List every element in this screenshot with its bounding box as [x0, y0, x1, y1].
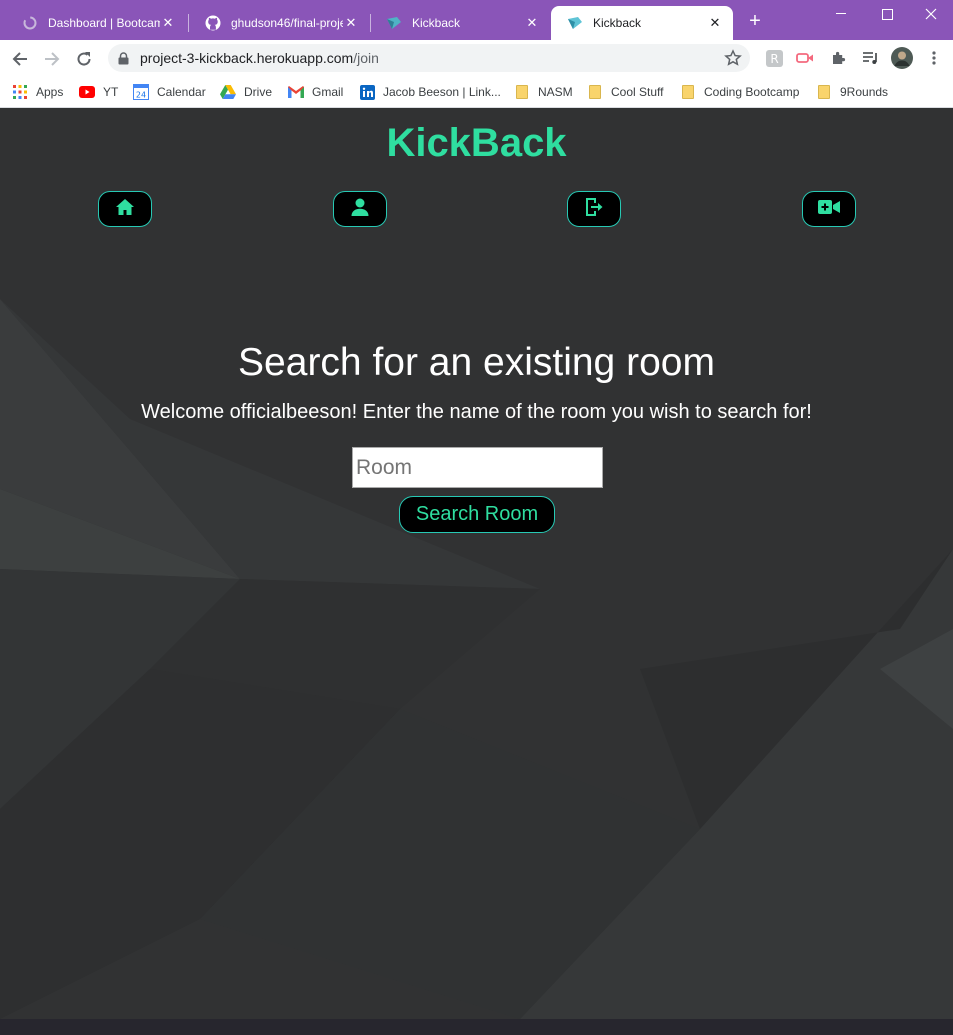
folder-icon: [514, 84, 530, 100]
minimize-icon[interactable]: [818, 0, 864, 28]
browser-tab-kickback-active[interactable]: Kickback ✕: [551, 6, 733, 40]
github-icon: [205, 15, 221, 31]
url-path: /join: [353, 50, 379, 66]
close-tab-icon[interactable]: ✕: [524, 15, 540, 31]
room-search-input[interactable]: [352, 447, 603, 488]
youtube-icon: [79, 84, 95, 100]
browser-tab-strip: Dashboard | Bootcamp ✕ ghudson46/final-p…: [0, 0, 953, 40]
close-tab-icon[interactable]: ✕: [707, 15, 723, 31]
welcome-message: Welcome officialbeeson! Enter the name o…: [141, 401, 812, 423]
profile-nav-button[interactable]: [333, 191, 387, 227]
bookmark-label: Jacob Beeson | Link...: [383, 85, 501, 99]
bookmark-label: Calendar: [157, 85, 206, 99]
svg-text:R: R: [770, 52, 778, 66]
drive-icon: [220, 84, 236, 100]
create-room-nav-button[interactable]: [802, 191, 856, 227]
browser-tab-github[interactable]: ghudson46/final-project ✕: [189, 6, 369, 40]
back-arrow-icon[interactable]: [7, 46, 33, 72]
new-tab-button[interactable]: +: [744, 11, 766, 33]
bookmark-label: Coding Bootcamp: [704, 85, 800, 99]
close-tab-icon[interactable]: ✕: [343, 15, 359, 31]
bookmark-label: YT: [103, 85, 119, 99]
site-logo[interactable]: KickBack: [0, 121, 953, 166]
extension-r-icon[interactable]: R: [765, 49, 783, 67]
search-room-button[interactable]: Search Room: [399, 496, 555, 533]
bookmark-linkedin[interactable]: Jacob Beeson | Link...: [359, 83, 501, 101]
tab-title: Dashboard | Bootcamp: [48, 16, 160, 30]
browser-tab-dashboard[interactable]: Dashboard | Bootcamp ✕: [6, 6, 186, 40]
apps-grid-icon: [12, 84, 28, 100]
linkedin-icon: [359, 84, 375, 100]
close-tab-icon[interactable]: ✕: [160, 15, 176, 31]
bookmark-gmail[interactable]: Gmail: [288, 83, 343, 101]
tab-title: ghudson46/final-project: [231, 16, 343, 30]
bookmarks-bar: Apps YT 24 Calendar Drive Gmail Jacob Be…: [0, 76, 953, 108]
url-host: project-3-kickback.herokuapp.com: [140, 50, 354, 66]
bookmark-folder-coding-bootcamp[interactable]: Coding Bootcamp: [680, 83, 799, 101]
folder-icon: [680, 84, 696, 100]
address-bar[interactable]: project-3-kickback.herokuapp.com/join: [108, 44, 750, 72]
calendar-icon: 24: [133, 84, 149, 100]
tab-title: Kickback: [412, 16, 461, 30]
bookmark-folder-cool-stuff[interactable]: Cool Stuff: [587, 83, 663, 101]
folder-icon: [816, 84, 832, 100]
puzzle-extensions-icon[interactable]: [829, 49, 847, 67]
bookmark-calendar[interactable]: 24 Calendar: [133, 83, 206, 101]
bookmark-folder-nasm[interactable]: NASM: [514, 83, 573, 101]
logout-nav-button[interactable]: [567, 191, 621, 227]
home-nav-button[interactable]: [98, 191, 152, 227]
tab-title: Kickback: [593, 16, 642, 30]
profile-avatar-icon[interactable]: [891, 47, 913, 69]
lock-icon: [118, 51, 132, 65]
bookmark-label: Gmail: [312, 85, 344, 99]
video-plus-icon: [818, 199, 840, 219]
bookmark-label: Drive: [244, 85, 273, 99]
background-polygons: [0, 109, 953, 1019]
page-content: KickBack Search for an existing room Wel…: [0, 109, 953, 1019]
bookmark-label: Cool Stuff: [611, 85, 664, 99]
more-menu-icon[interactable]: [925, 49, 943, 67]
bottom-bar: [0, 1019, 953, 1035]
forward-arrow-icon[interactable]: [39, 46, 65, 72]
home-icon: [115, 198, 135, 221]
kickback-icon: [386, 15, 402, 31]
spinner-icon: [22, 15, 38, 31]
bookmark-folder-9rounds[interactable]: 9Rounds: [816, 83, 888, 101]
browser-toolbar: project-3-kickback.herokuapp.com/join R: [0, 40, 953, 76]
maximize-icon[interactable]: [864, 0, 910, 28]
bookmark-label: 9Rounds: [840, 85, 889, 99]
screen-record-icon[interactable]: [796, 49, 814, 67]
bookmark-label: Apps: [36, 85, 64, 99]
bookmark-apps[interactable]: Apps: [12, 83, 63, 101]
svg-text:24: 24: [136, 91, 146, 100]
page-title: Search for an existing room: [238, 341, 715, 384]
close-window-icon[interactable]: [908, 0, 953, 28]
media-queue-icon[interactable]: [861, 49, 879, 67]
kickback-icon: [567, 15, 583, 31]
bookmark-star-icon[interactable]: [724, 49, 742, 67]
logout-icon: [585, 197, 603, 222]
gmail-icon: [288, 84, 304, 100]
bookmark-label: NASM: [538, 85, 573, 99]
bookmark-drive[interactable]: Drive: [220, 83, 272, 101]
browser-tab-kickback[interactable]: Kickback ✕: [370, 6, 550, 40]
reload-icon[interactable]: [71, 46, 97, 72]
bookmark-yt[interactable]: YT: [79, 83, 118, 101]
folder-icon: [587, 84, 603, 100]
user-icon: [351, 198, 369, 221]
